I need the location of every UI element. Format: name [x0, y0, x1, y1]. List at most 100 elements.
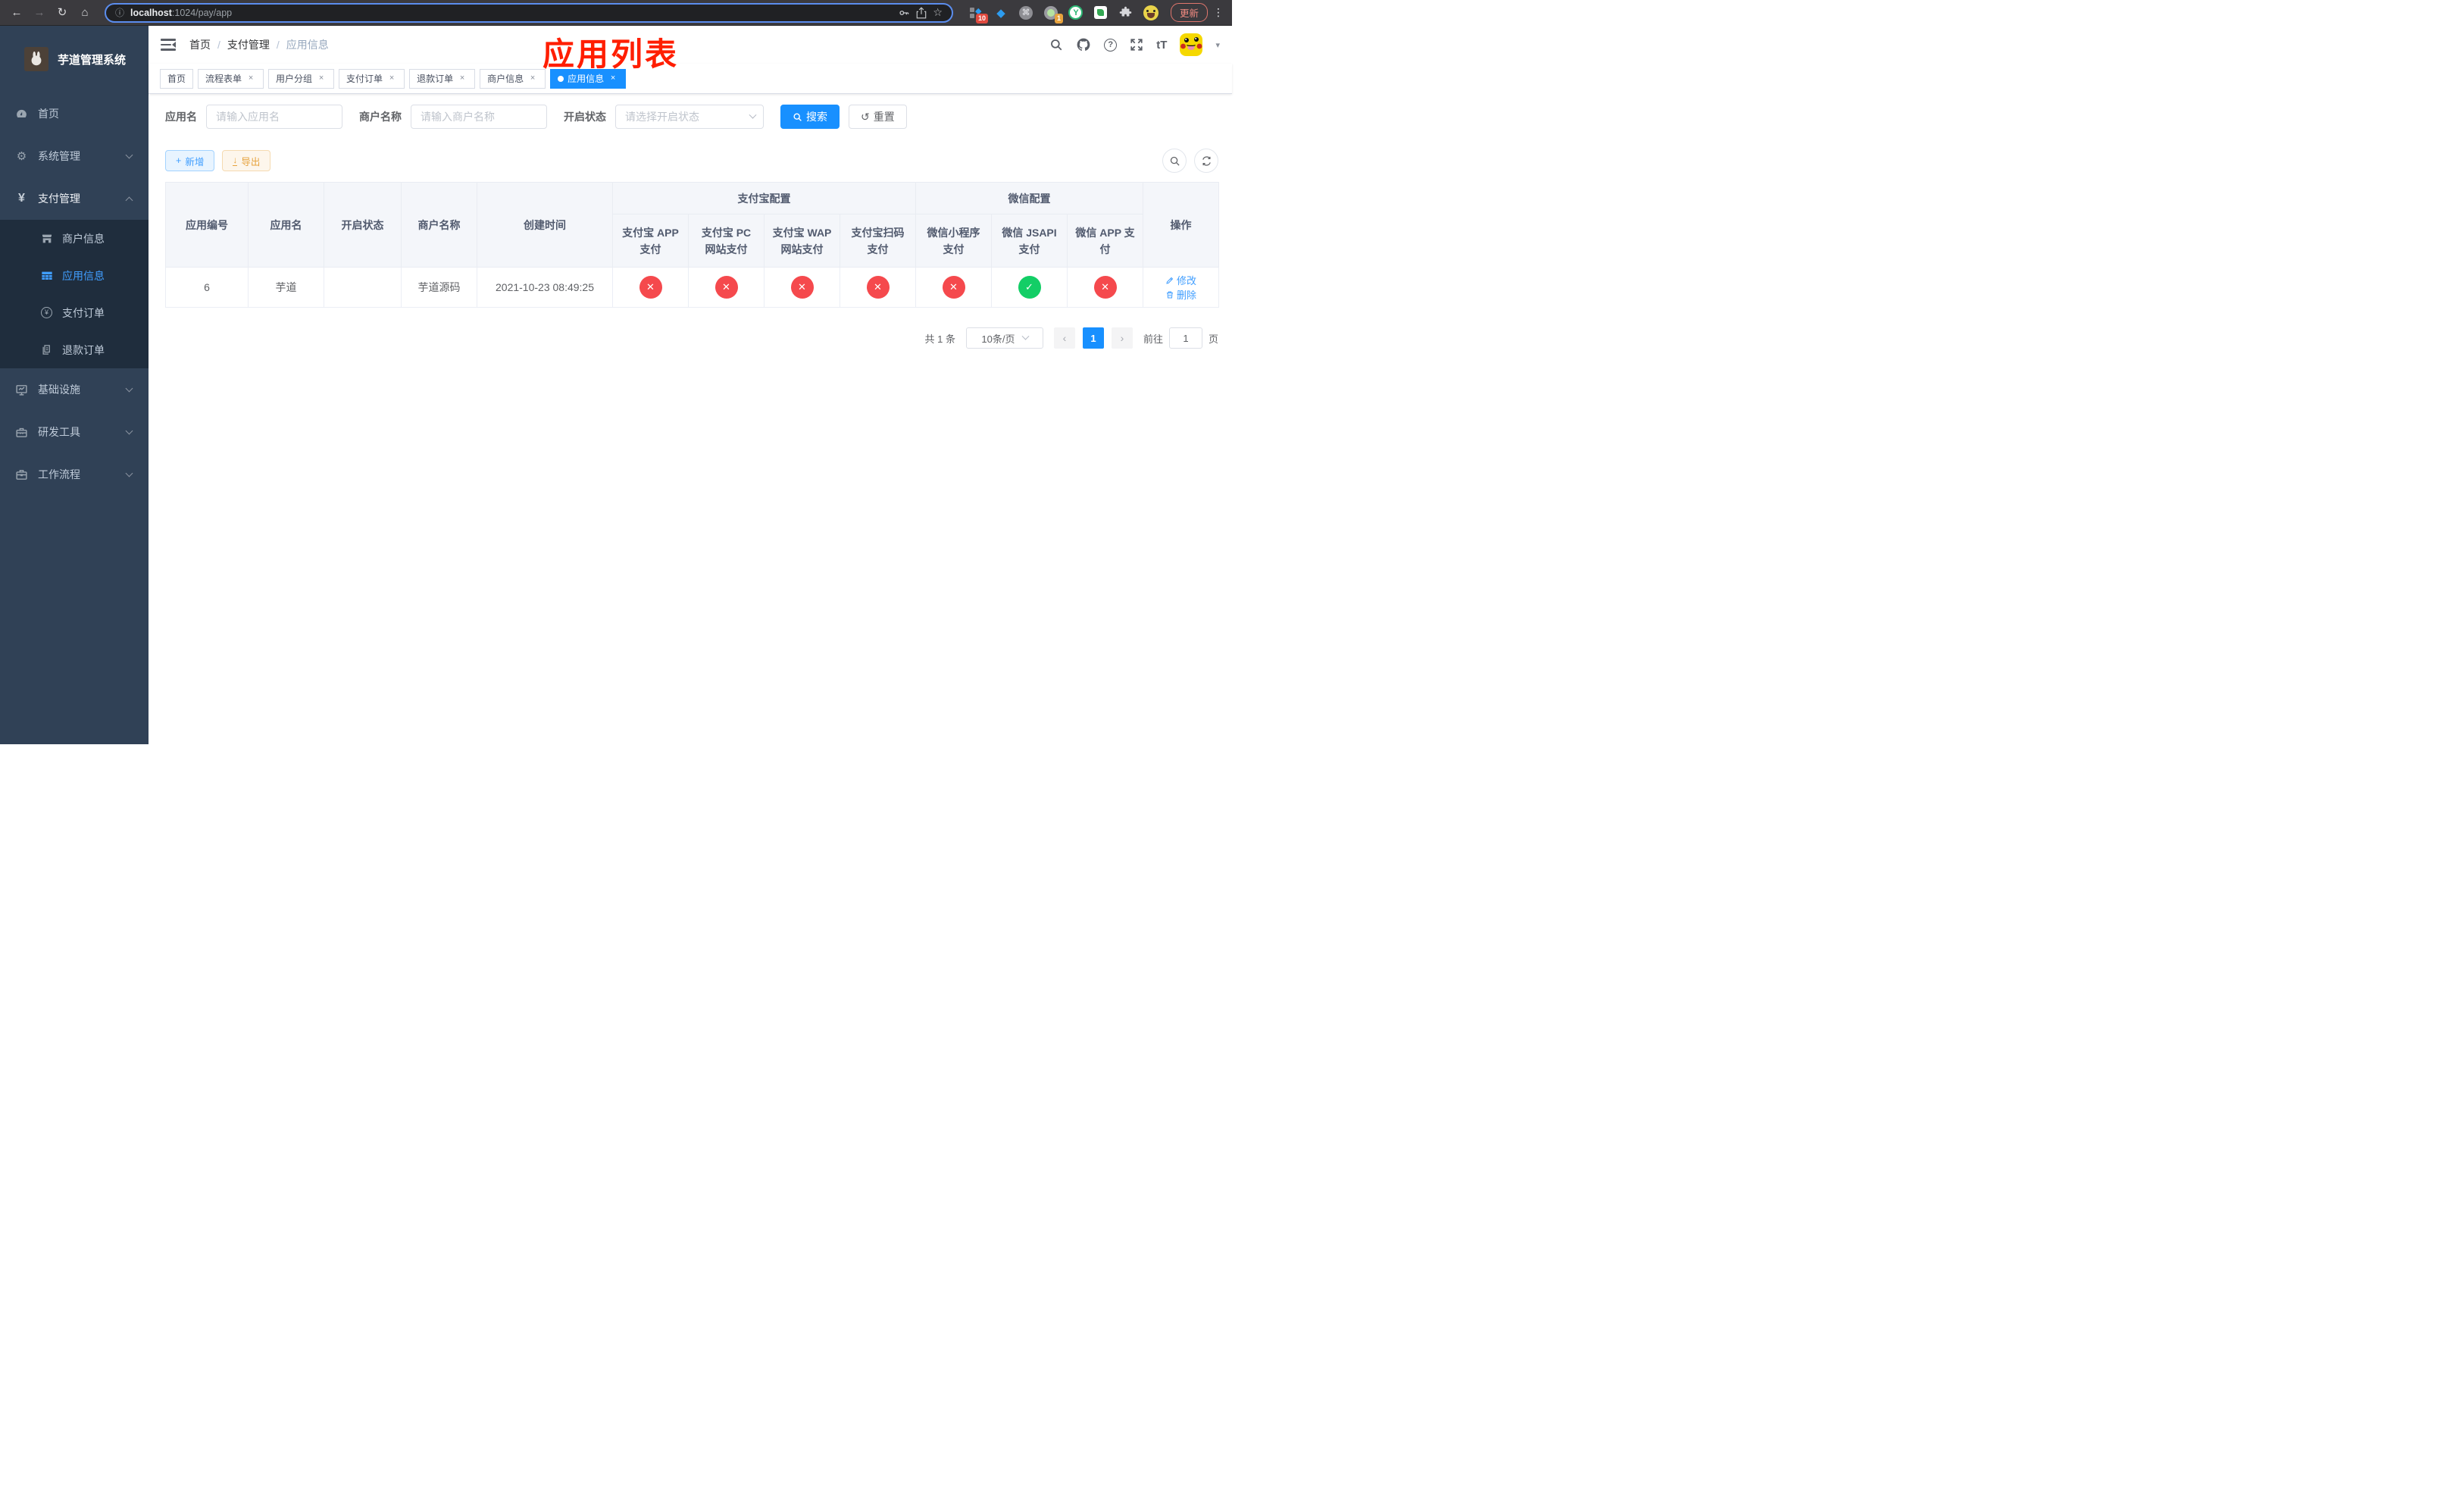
- help-icon[interactable]: ?: [1104, 38, 1118, 52]
- tab-label: 支付订单: [346, 74, 383, 84]
- merchant-name-input[interactable]: [411, 105, 547, 129]
- breadcrumb-current: 应用信息: [286, 39, 329, 51]
- grid-icon: [40, 270, 53, 282]
- prev-page-button[interactable]: ‹: [1053, 327, 1075, 349]
- shop-icon: [40, 233, 53, 245]
- search-button[interactable]: 搜索: [780, 105, 840, 129]
- browser-menu-icon[interactable]: ⋮: [1212, 6, 1224, 19]
- add-button[interactable]: + 新增: [165, 150, 215, 171]
- sidebar-item-dev-tools[interactable]: 研发工具: [0, 411, 149, 453]
- col-status: 开启状态: [324, 182, 402, 268]
- col-created: 创建时间: [477, 182, 613, 268]
- hide-search-button[interactable]: [1162, 149, 1187, 173]
- edit-link[interactable]: 修改: [1165, 273, 1196, 287]
- sidebar-item-workflow[interactable]: 工作流程: [0, 453, 149, 496]
- tab-merchant-info[interactable]: 商户信息 ×: [480, 68, 546, 89]
- close-icon[interactable]: ×: [316, 74, 327, 84]
- breadcrumb-separator: /: [276, 39, 280, 51]
- share-icon[interactable]: [916, 6, 927, 19]
- table-row: 6 芋道 芋道源码 2021-10-23 08:49:25 ✕ ✕ ✕ ✕ ✕: [165, 267, 1220, 308]
- close-icon[interactable]: ×: [245, 74, 256, 84]
- bookmark-star-icon[interactable]: ☆: [933, 6, 943, 19]
- site-info-icon[interactable]: ⓘ: [115, 6, 124, 19]
- app-table: 应用编号 应用名 开启状态 商户名称 创建时间 支付宝配置 微信配置 操作 支付…: [165, 182, 1220, 308]
- tab-label: 用户分组: [276, 74, 313, 84]
- col-merchant: 商户名称: [401, 182, 477, 268]
- extension-tiles-icon[interactable]: ◆ 10: [968, 5, 988, 23]
- reset-button[interactable]: ↺ 重置: [849, 105, 907, 129]
- cell-wechat-app: ✕: [1066, 267, 1144, 308]
- sidebar-logo[interactable]: 芋道管理系统: [0, 26, 149, 92]
- extension-chat-icon[interactable]: [1093, 5, 1108, 20]
- tab-home[interactable]: 首页: [160, 68, 194, 89]
- download-icon: ↓: [233, 155, 238, 166]
- toolbar-right: [1162, 149, 1218, 173]
- page-content: 应用名 商户名称 开启状态 请选择开启状态 搜索 ↺ 重置: [149, 94, 1232, 349]
- extension-smiley-icon[interactable]: [1143, 5, 1159, 20]
- goto-page-input[interactable]: [1168, 327, 1202, 349]
- dashboard-icon: [15, 108, 28, 121]
- app-name-input[interactable]: [206, 105, 342, 129]
- avatar[interactable]: [1180, 33, 1203, 56]
- sidebar-item-refund-order[interactable]: 退款订单: [0, 331, 149, 368]
- home-icon[interactable]: ⌂: [76, 4, 94, 22]
- breadcrumb-separator: /: [217, 39, 220, 51]
- sidebar-item-app-info[interactable]: 应用信息: [0, 257, 149, 294]
- font-size-icon[interactable]: tT: [1156, 39, 1167, 52]
- extension-command-icon[interactable]: ⌘: [1018, 5, 1033, 20]
- breadcrumb-payment[interactable]: 支付管理: [227, 37, 270, 52]
- sidebar-item-pay-order[interactable]: ¥ 支付订单: [0, 294, 149, 331]
- sidebar-item-system[interactable]: ⚙ 系统管理: [0, 135, 149, 177]
- search-icon[interactable]: [1049, 38, 1063, 52]
- status-badge: ✕: [790, 276, 814, 299]
- extensions-puzzle-icon[interactable]: [1118, 5, 1134, 20]
- extension-icons: ◆ 10 ◆ ⌘ 1 Y: [964, 5, 1163, 23]
- back-icon[interactable]: ←: [8, 4, 26, 22]
- status-select[interactable]: 请选择开启状态: [615, 105, 764, 129]
- forward-icon[interactable]: →: [30, 4, 48, 22]
- tab-refund-order[interactable]: 退款订单 ×: [409, 68, 476, 89]
- sidebar-item-merchant-info[interactable]: 商户信息: [0, 220, 149, 257]
- url-bar[interactable]: ⓘ localhost:1024/pay/app ☆: [105, 2, 953, 23]
- refresh-table-button[interactable]: [1194, 149, 1218, 173]
- close-icon[interactable]: ×: [386, 74, 397, 84]
- next-page-button[interactable]: ›: [1111, 327, 1133, 349]
- edit-link-label: 修改: [1177, 275, 1197, 286]
- tab-label: 流程表单: [205, 74, 242, 84]
- fullscreen-icon[interactable]: [1130, 38, 1143, 52]
- close-icon[interactable]: ×: [457, 74, 467, 84]
- group-alipay-config: 支付宝配置: [612, 182, 916, 214]
- close-icon[interactable]: ×: [527, 74, 538, 84]
- pager: ‹ 1 ›: [1053, 327, 1133, 349]
- tab-app-info[interactable]: 应用信息 ×: [550, 68, 627, 89]
- col-wechat-app: 微信 APP 支付: [1066, 214, 1144, 268]
- caret-down-icon[interactable]: ▾: [1215, 40, 1220, 50]
- col-alipay-app: 支付宝 APP 支付: [612, 214, 689, 268]
- extension-recorder-icon[interactable]: 1: [1043, 5, 1063, 23]
- page-size-select[interactable]: 10条/页: [965, 327, 1043, 349]
- chevron-down-icon: [1021, 332, 1029, 340]
- page-1-button[interactable]: 1: [1082, 327, 1104, 349]
- password-key-icon[interactable]: [898, 7, 910, 19]
- breadcrumb-home[interactable]: 首页: [189, 37, 211, 52]
- tab-user-group[interactable]: 用户分组 ×: [268, 68, 335, 89]
- reload-icon[interactable]: ↻: [53, 4, 71, 22]
- yen-icon: ¥: [18, 192, 25, 205]
- tab-process-form[interactable]: 流程表单 ×: [198, 68, 264, 89]
- delete-link[interactable]: 删除: [1165, 287, 1196, 302]
- sidebar-item-payment[interactable]: ¥ 支付管理: [0, 177, 149, 220]
- close-icon[interactable]: ×: [608, 74, 618, 84]
- extension-pin-icon[interactable]: ◆: [993, 5, 1008, 20]
- github-icon[interactable]: [1076, 37, 1091, 52]
- sidebar-collapse-icon[interactable]: [161, 39, 176, 51]
- export-button[interactable]: ↓ 导出: [222, 150, 271, 171]
- breadcrumb: 首页 / 支付管理 / 应用信息: [189, 37, 329, 52]
- extension-y-icon[interactable]: Y: [1068, 5, 1083, 20]
- pagination: 共 1 条 10条/页 ‹ 1 › 前往 页: [165, 327, 1218, 349]
- cell-merchant: 芋道源码: [401, 267, 477, 308]
- sidebar-item-infrastructure[interactable]: 基础设施: [0, 368, 149, 411]
- tab-pay-order[interactable]: 支付订单 ×: [339, 68, 405, 89]
- sidebar-item-label: 系统管理: [38, 150, 80, 162]
- chrome-update-button[interactable]: 更新: [1170, 3, 1208, 22]
- sidebar-item-home[interactable]: 首页: [0, 92, 149, 135]
